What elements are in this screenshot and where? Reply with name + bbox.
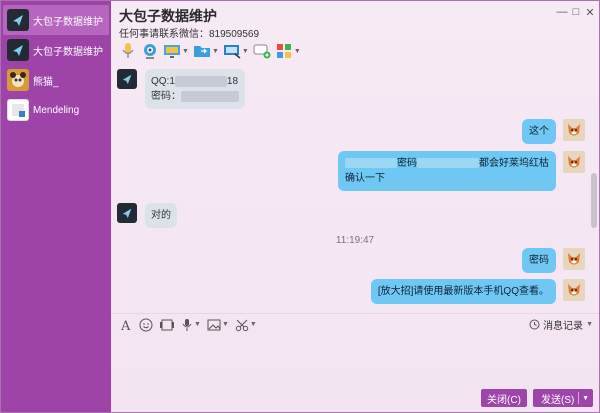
message-text: 18: [226, 76, 239, 87]
contact-item[interactable]: 大包子数据维护: [3, 35, 109, 65]
close-button[interactable]: 关闭(C): [481, 389, 527, 407]
redacted-text: [417, 158, 479, 169]
message-bubble: 对的: [145, 203, 177, 228]
input-toolbar: A ▼ ▼ ▼ 消息记录 ▼: [111, 313, 599, 335]
message-text: 密码: [529, 255, 549, 266]
contact-item[interactable]: 熊猫_: [3, 65, 109, 95]
message-text: 都会好莱坞红枯: [479, 158, 549, 169]
chat-toolbar: ▼ ▼ ▼ ▼: [111, 39, 351, 63]
message-text: 确认一下: [345, 173, 385, 184]
voice-message-icon[interactable]: ▼: [181, 318, 201, 332]
screenshot-scissors-icon[interactable]: ▼: [235, 318, 257, 332]
message-item: QQ:1 18 密码：: [117, 69, 245, 109]
message-text: QQ:1: [151, 76, 175, 87]
chat-subtitle: 任何事请联系微信：819509569: [119, 29, 260, 40]
message-text: 对的: [151, 210, 171, 221]
contact-avatar: [7, 9, 29, 31]
chevron-down-icon[interactable]: ▼: [242, 48, 249, 55]
message-bubble: QQ:1 18 密码：: [145, 69, 245, 109]
chevron-down-icon[interactable]: ▼: [250, 321, 257, 328]
chevron-down-icon[interactable]: ▼: [182, 48, 189, 55]
action-buttons: 关闭(C) 发送(S) ▼: [481, 389, 593, 407]
message-text: [放大招]请使用最新版本手机QQ查看。: [377, 286, 549, 297]
contact-name: Mendeling: [33, 104, 80, 116]
chat-window: 大包子数据维护 大包子数据维护 熊猫_ Mendeling 大包子数据维护 任何…: [0, 0, 600, 413]
message-item: [放大招]请使用最新版本手机QQ查看。: [370, 279, 585, 304]
minimize-button[interactable]: —: [555, 5, 569, 19]
font-icon[interactable]: A: [119, 318, 133, 332]
contact-avatar: [7, 69, 29, 91]
chevron-down-icon: ▼: [586, 321, 593, 328]
self-avatar: [563, 151, 585, 173]
contact-name: 大包子数据维护: [33, 16, 103, 28]
maximize-button[interactable]: □: [569, 5, 583, 19]
message-list: QQ:1 18 密码： 这个 密码 都会好莱坞红枯 确认一下 对的 11:19:…: [111, 63, 599, 313]
contact-sidebar: 大包子数据维护 大包子数据维护 熊猫_ Mendeling: [1, 1, 111, 412]
message-item: 对的: [117, 203, 177, 228]
contact-avatar: [7, 99, 29, 121]
message-bubble: 这个: [522, 119, 556, 144]
message-bubble: 密码: [522, 248, 556, 273]
redacted-text: [174, 75, 227, 87]
message-history-label: 消息记录: [543, 321, 584, 332]
video-call-button[interactable]: [141, 40, 159, 62]
message-bubble: 密码 都会好莱坞红枯 确认一下: [338, 151, 556, 191]
message-bubble: [放大招]请使用最新版本手机QQ查看。: [370, 279, 556, 304]
add-chat-icon: [253, 42, 271, 60]
group-chat-button[interactable]: [253, 40, 271, 62]
chevron-down-icon[interactable]: ▼: [294, 48, 301, 55]
send-button[interactable]: 发送(S) ▼: [533, 389, 593, 407]
apps-icon: [275, 42, 293, 60]
sender-avatar: [117, 69, 137, 89]
message-text: 密码: [397, 158, 417, 169]
chevron-down-icon[interactable]: ▼: [212, 48, 219, 55]
webcam-icon: [141, 42, 159, 60]
message-history-button[interactable]: 消息记录 ▼: [529, 317, 593, 332]
emoji-icon[interactable]: [139, 318, 153, 332]
remote-desktop-button[interactable]: ▼: [223, 40, 249, 62]
contact-name: 熊猫_: [33, 76, 59, 88]
video-clip-icon[interactable]: [159, 318, 175, 332]
self-avatar: [563, 248, 585, 270]
remote-desktop-icon: [223, 42, 241, 60]
clock-icon: [529, 319, 540, 330]
image-icon[interactable]: ▼: [207, 318, 229, 332]
sender-avatar: [117, 203, 137, 223]
redacted-text: [345, 158, 397, 169]
message-timestamp: 11:19:47: [335, 235, 375, 246]
file-transfer-button[interactable]: ▼: [193, 40, 219, 62]
message-text: 密码：: [151, 91, 181, 102]
self-avatar: [563, 279, 585, 301]
message-item: 这个: [522, 119, 585, 144]
message-scrollbar[interactable]: [591, 173, 597, 228]
contact-item[interactable]: Mendeling: [3, 95, 109, 125]
chat-title: 大包子数据维护: [119, 8, 217, 24]
apps-button[interactable]: ▼: [275, 40, 301, 62]
close-window-button[interactable]: ✕: [583, 5, 597, 19]
contact-name: 大包子数据维护: [33, 46, 103, 58]
chat-header: 大包子数据维护 任何事请联系微信：819509569 — □ ✕: [111, 1, 599, 41]
voice-call-button[interactable]: [119, 40, 137, 62]
send-button-label: 发送(S): [541, 394, 575, 406]
chevron-down-icon[interactable]: ▼: [222, 321, 229, 328]
redacted-text: [181, 90, 239, 102]
chevron-down-icon[interactable]: ▼: [582, 395, 589, 402]
message-item: 密码: [522, 248, 585, 273]
screen-share-button[interactable]: ▼: [163, 40, 189, 62]
contact-avatar: [7, 39, 29, 61]
svg-text:A: A: [120, 319, 131, 332]
screen-share-icon: [163, 42, 181, 60]
self-avatar: [563, 119, 585, 141]
microphone-icon: [119, 42, 137, 60]
contact-item-active[interactable]: 大包子数据维护: [3, 5, 109, 35]
message-text: 这个: [529, 126, 549, 137]
divider: [577, 392, 579, 404]
message-input[interactable]: [111, 335, 599, 387]
folder-transfer-icon: [193, 42, 211, 60]
message-item: 密码 都会好莱坞红枯 确认一下: [338, 151, 585, 191]
chevron-down-icon[interactable]: ▼: [194, 321, 201, 328]
